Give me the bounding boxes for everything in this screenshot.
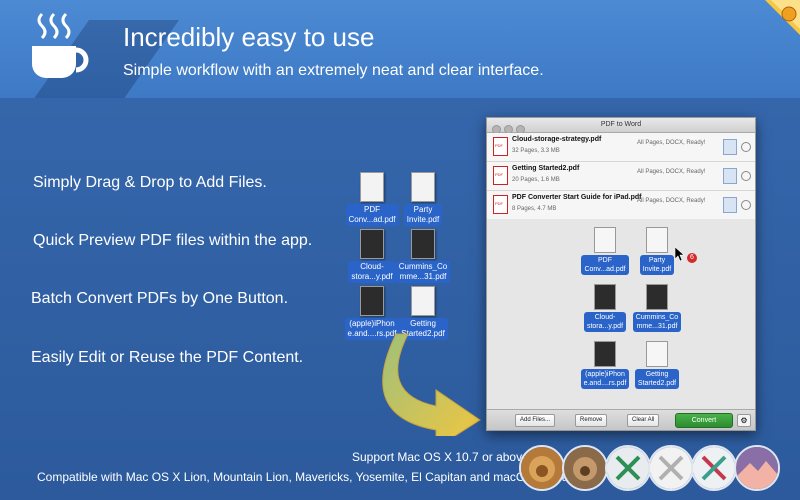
pdf-file-icon [411,229,435,259]
file-name: PDF Converter Start Guide for iPad.pdf [512,194,642,201]
file-row[interactable]: PDF Converter Start Guide for iPad.pdf 8… [487,191,755,220]
window-toolbar: Add Files... Remove Clear All Convert ⚙ [487,409,755,430]
pdf-file-icon [646,284,668,310]
docx-icon [723,197,737,213]
support-text: Support Mac OS X 10.7 or above. [352,450,533,464]
pdf-file-icon [360,229,384,259]
clear-all-button[interactable]: Clear All [627,414,660,427]
settings-icon[interactable] [741,142,751,152]
pdf-file-icon [594,284,616,310]
pdf-file-icon [411,286,435,316]
header-title: Incredibly easy to use [123,22,375,52]
remove-button[interactable]: Remove [575,414,608,427]
file-name: Getting Started2.pdf [512,165,580,172]
file-name: Cloud-storage-strategy.pdf [512,136,602,143]
main-area: Simply Drag & Drop to Add Files. Quick P… [0,98,800,500]
pdf-file-icon [360,286,384,316]
dragged-file: Getting Started2.pdf [627,341,687,390]
pdf-file-icon [646,227,668,253]
pdf-file-icon [594,341,616,367]
pdf-to-word-window: PDF to Word Cloud-storage-strategy.pdf 3… [486,117,756,431]
pdf-file-icon [411,172,435,202]
file-status: All Pages, DOCX, Ready! [637,169,706,175]
el-capitan-icon [691,445,737,491]
file-row[interactable]: Getting Started2.pdf 20 Pages, 1.6 MB Al… [487,162,755,191]
feature-edit-reuse: Easily Edit or Reuse the PDF Content. [31,349,304,366]
file-meta: 8 Pages, 4.7 MB [512,206,557,212]
mountain-lion-icon [562,445,608,491]
yosemite-icon [648,445,694,491]
cursor-icon [675,247,685,261]
window-titlebar: PDF to Word [487,118,755,134]
coffee-cup-icon [32,12,89,78]
file-meta: 32 Pages, 3.3 MB [512,148,560,154]
dragged-file: (apple)iPhon e.and....rs.pdf [575,341,635,390]
feature-batch-convert: Batch Convert PDFs by One Button. [31,290,289,307]
file-status: All Pages, DOCX, Ready! [637,140,706,146]
dragged-file: Cloud-stora...y.pdf [575,284,635,333]
pdf-file-icon [646,341,668,367]
pdf-icon [493,166,508,185]
docx-icon [723,168,737,184]
compatibility-text: Compatible with Mac OS X Lion, Mountain … [37,470,572,484]
file-row[interactable]: Cloud-storage-strategy.pdf 32 Pages, 3.3… [487,133,755,162]
drag-count-badge: 6 [687,253,697,263]
app-badge-icon [765,0,800,35]
gear-icon[interactable]: ⚙ [737,414,751,427]
sierra-icon [734,445,780,491]
pdf-icon [493,195,508,214]
header-banner: Incredibly easy to use Simple workflow w… [0,0,800,98]
desktop-file[interactable]: Cummins_Co mme...31.pdf [391,229,455,284]
pdf-file-icon [360,172,384,202]
dragged-file: PDF Conv...ad.pdf [575,227,635,276]
drop-area[interactable]: PDF Conv...ad.pdf Party Invite.pdf 6 Cloud… [487,219,755,409]
dragged-file: Cummins_Co mme...31.pdf [627,284,687,333]
pdf-file-icon [594,227,616,253]
settings-icon[interactable] [741,200,751,210]
desktop-file[interactable]: Party Invite.pdf [391,172,455,227]
file-status: All Pages, DOCX, Ready! [637,198,706,204]
feature-preview: Quick Preview PDF files within the app. [33,232,313,249]
mavericks-icon [605,445,651,491]
docx-icon [723,139,737,155]
feature-drag-drop: Simply Drag & Drop to Add Files. [33,174,267,191]
pdf-icon [493,137,508,156]
header-subtitle: Simple workflow with an extremely neat a… [123,62,544,79]
settings-icon[interactable] [741,171,751,181]
curved-arrow-icon [382,333,481,436]
add-files-button[interactable]: Add Files... [515,414,556,427]
file-meta: 20 Pages, 1.6 MB [512,177,560,183]
convert-button[interactable]: Convert [675,413,733,428]
lion-icon [519,445,565,491]
